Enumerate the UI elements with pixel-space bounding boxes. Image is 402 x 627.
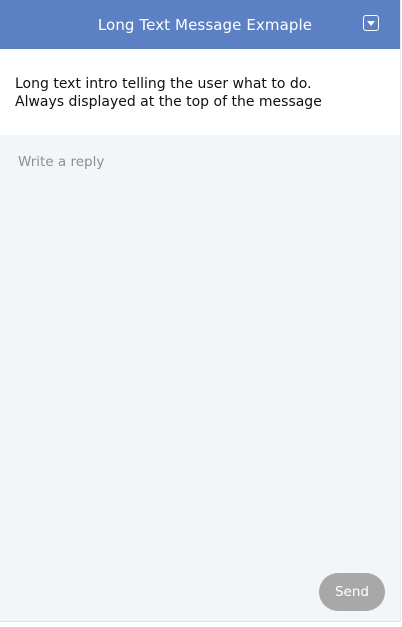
message-window: Long Text Message Exmaple Long text intr… xyxy=(0,0,401,622)
intro-text-block: Long text intro telling the user what to… xyxy=(0,49,400,135)
header-bar: Long Text Message Exmaple xyxy=(0,0,400,49)
reply-input[interactable] xyxy=(0,135,400,565)
caret-down-icon[interactable] xyxy=(363,15,379,31)
send-button[interactable]: Send xyxy=(319,573,385,611)
header-title: Long Text Message Exmaple xyxy=(97,15,313,34)
caret-down-glyph xyxy=(367,20,375,26)
intro-line: Always displayed at the top of the messa… xyxy=(15,94,322,110)
intro-line: Long text intro telling the user what to… xyxy=(15,76,312,92)
